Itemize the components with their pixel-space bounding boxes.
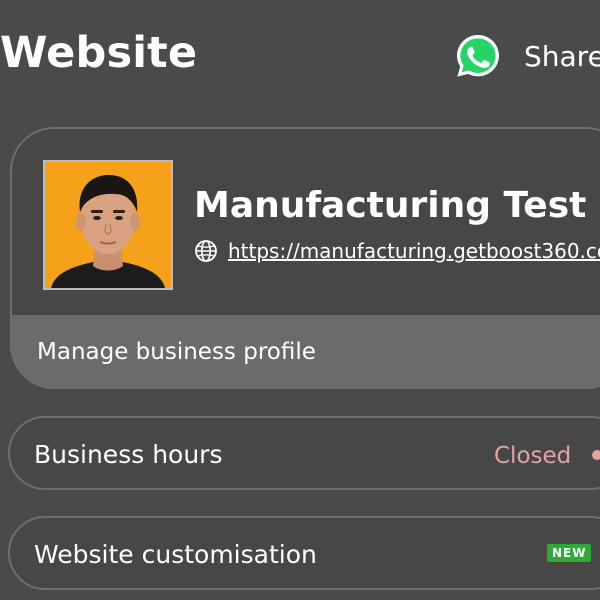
business-profile-card: Manufacturing Test https://manufacturing… — [10, 127, 600, 389]
status-dot-icon — [592, 450, 600, 460]
website-customisation-row[interactable]: Website customisation NEW — [8, 516, 600, 590]
globe-icon — [194, 239, 218, 263]
share-button[interactable]: Share — [454, 32, 600, 80]
business-hours-row[interactable]: Business hours Closed — [8, 416, 600, 490]
whatsapp-icon[interactable] — [454, 32, 502, 80]
business-name: Manufacturing Test — [194, 185, 587, 226]
page-title: Website — [0, 28, 198, 78]
business-hours-label: Business hours — [34, 440, 223, 469]
website-customisation-label: Website customisation — [34, 540, 317, 569]
share-label: Share — [524, 39, 600, 73]
new-badge: NEW — [547, 544, 592, 562]
website-url-row[interactable]: https://manufacturing.getboost360.com — [194, 239, 600, 263]
page: Website Share Manufacturing Test https:/… — [0, 0, 600, 600]
website-url-link[interactable]: https://manufacturing.getboost360.com — [228, 239, 600, 263]
manage-business-profile-button[interactable]: Manage business profile — [12, 315, 600, 387]
avatar — [43, 160, 173, 290]
business-hours-status: Closed — [494, 443, 572, 469]
manage-business-profile-label: Manage business profile — [37, 339, 316, 365]
